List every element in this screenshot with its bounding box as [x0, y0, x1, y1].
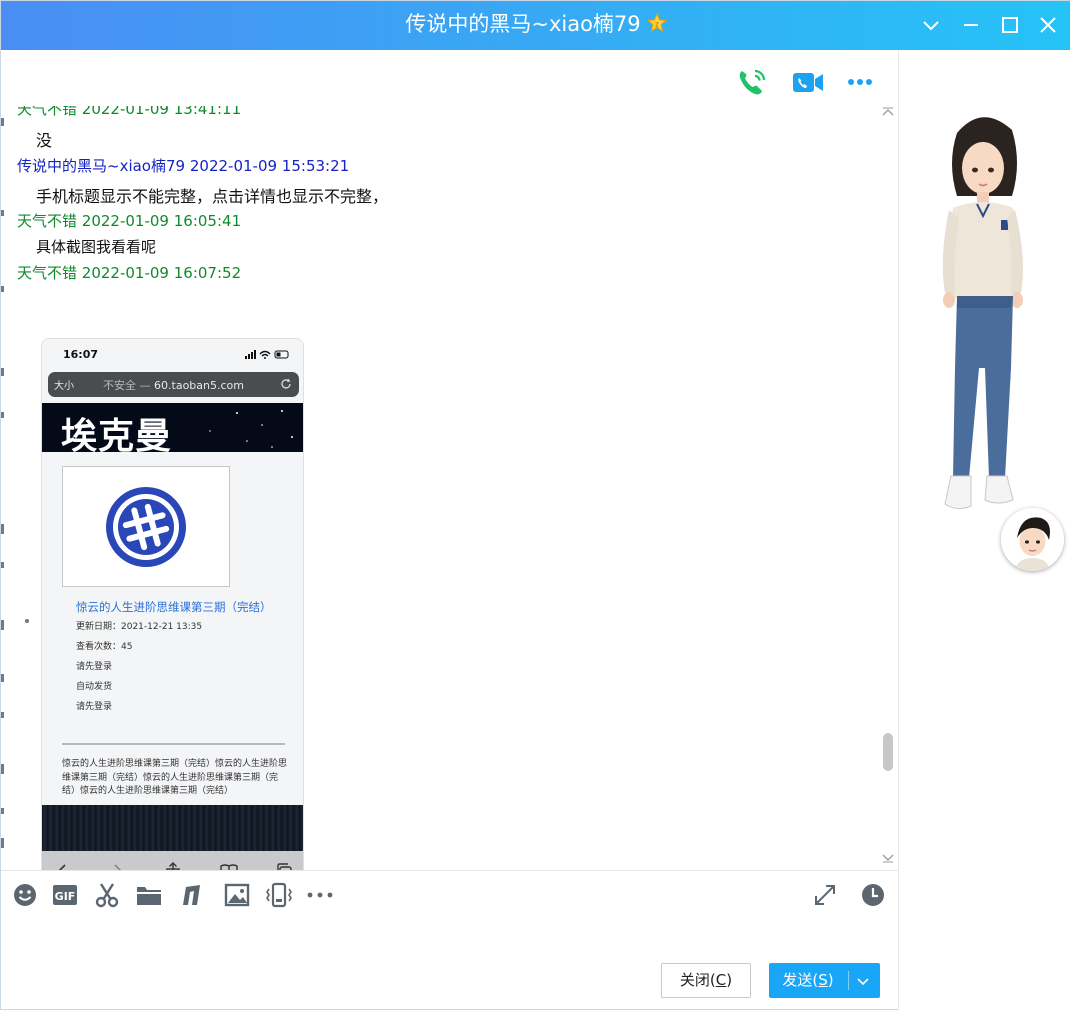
window-title: 传说中的黑马~xiao楠79 z — [1, 1, 1070, 50]
message-meta: 天气不错 2022-01-09 16:05:41 — [17, 212, 242, 230]
avatar-boy-icon — [1001, 508, 1064, 571]
vip-star-icon: z — [646, 13, 667, 33]
image-message[interactable]: 16:07 大小 不安全 — 60.taoban5.com 埃克曼 惊云的人生进… — [41, 338, 304, 870]
login-prompt: 请先登录 — [76, 702, 113, 712]
login-prompt: 请先登录 — [76, 662, 113, 672]
minimize-icon[interactable] — [959, 13, 983, 37]
send-button-label: 发送(S) — [782, 971, 834, 989]
bookmarks-icon — [220, 864, 238, 870]
view-count: 查看次数：45 — [76, 642, 133, 652]
title-bar[interactable]: 传说中的黑马~xiao楠79 z — [1, 1, 1070, 50]
close-icon[interactable] — [1036, 13, 1060, 37]
send-button[interactable]: 发送(S) — [769, 963, 880, 998]
dark-footer-banner — [42, 805, 303, 851]
message-text: 手机标题显示不能完整，点击详情也显示不完整， — [36, 187, 389, 206]
phone-time: 16:07 — [63, 348, 99, 361]
scroll-up-icon[interactable] — [881, 105, 895, 119]
share-icon — [166, 862, 180, 870]
product-title: 惊云的人生进阶思维课第三期（完结） — [76, 600, 272, 614]
message-list[interactable]: 天气不错 2022-01-09 13:41:11 没 传说中的黑马~xiao楠7… — [1, 100, 881, 870]
phone-url: 不安全 — 60.taoban5.com — [103, 379, 244, 392]
reload-icon — [281, 378, 291, 389]
divider — [62, 743, 285, 745]
svg-text:z: z — [655, 21, 659, 29]
image-icon[interactable] — [223, 881, 251, 909]
music-icon[interactable] — [178, 881, 206, 909]
bullet-dot — [25, 619, 29, 623]
forward-icon — [114, 864, 122, 870]
gif-icon[interactable]: GIF — [51, 881, 79, 909]
send-button-separator — [848, 971, 849, 990]
maximize-icon[interactable] — [998, 13, 1022, 37]
side-panel — [898, 50, 1070, 1010]
site-banner: 埃克曼 — [42, 403, 303, 452]
send-options-chevron-icon[interactable] — [853, 971, 873, 991]
contact-name: 传说中的黑马~xiao楠79 — [405, 12, 641, 36]
signal-wifi-battery-icon — [245, 350, 289, 359]
screenshot-scissors-icon[interactable] — [93, 881, 121, 909]
more-tools-icon[interactable] — [306, 881, 334, 909]
svg-text:GIF: GIF — [55, 890, 76, 903]
scrollbar-thumb[interactable] — [883, 733, 893, 771]
product-description: 惊云的人生进阶思维课第三期（完结）惊云的人生进阶思维课第三期（完结）惊云的人生进… — [62, 759, 288, 796]
voice-call-icon[interactable] — [735, 67, 769, 97]
toolbar-divider — [1, 870, 898, 871]
scroll-down-icon[interactable] — [881, 851, 895, 865]
contact-avatar[interactable] — [1001, 508, 1064, 571]
emoji-icon[interactable] — [11, 881, 39, 909]
chat-history[interactable]: 天气不错 2022-01-09 13:41:11 没 传说中的黑马~xiao楠7… — [1, 50, 898, 870]
folder-icon[interactable] — [135, 881, 163, 909]
chat-window: 传说中的黑马~xiao楠79 z 天气不错 2022-01-09 13:41:1… — [0, 0, 1070, 1010]
expand-icon[interactable] — [811, 881, 839, 909]
history-clock-icon[interactable] — [859, 881, 887, 909]
tabs-icon — [277, 863, 292, 870]
shake-icon[interactable] — [265, 881, 293, 909]
call-toolbar — [1, 50, 898, 106]
update-date: 更新日期：2021-12-21 13:35 — [76, 622, 203, 632]
more-icon[interactable] — [846, 67, 880, 97]
avatar-figure — [942, 117, 1023, 510]
phone-url-bar: 大小 不安全 — 60.taoban5.com — [48, 372, 299, 397]
site-logo: 埃克曼 — [61, 416, 173, 452]
phone-status-bar: 16:07 — [42, 339, 303, 371]
close-button[interactable]: 关闭(C) — [661, 963, 751, 998]
message-text: 没 — [36, 131, 53, 150]
message-input[interactable] — [9, 919, 889, 955]
hashtag-logo-icon — [106, 487, 186, 567]
back-icon — [58, 864, 66, 870]
chevron-down-icon[interactable] — [919, 13, 943, 37]
product-thumbnail — [62, 466, 230, 587]
video-call-icon[interactable] — [791, 67, 825, 97]
message-meta: 传说中的黑马~xiao楠79 2022-01-09 15:53:21 — [17, 157, 350, 175]
phone-browser-toolbar — [42, 851, 303, 870]
message-meta: 天气不错 2022-01-09 16:07:52 — [17, 264, 242, 282]
message-text: 具体截图我看看呢 — [36, 238, 157, 256]
auto-delivery: 自动发货 — [76, 682, 113, 692]
